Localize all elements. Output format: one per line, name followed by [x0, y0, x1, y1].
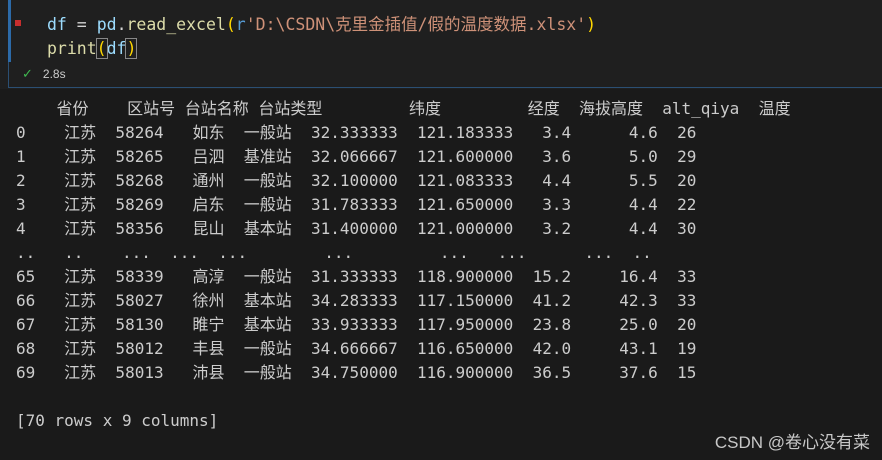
table-row: 2 江苏 58268 通州 一般站 32.100000 121.083333 4…	[16, 171, 697, 190]
code-token-raw-prefix: r	[235, 15, 246, 34]
code-token-op: =	[66, 15, 97, 34]
table-row: 69 江苏 58013 沛县 一般站 34.750000 116.900000 …	[16, 363, 697, 382]
execution-duration: 2.8s	[42, 67, 66, 81]
table-row: 1 江苏 58265 吕泗 基准站 32.066667 121.600000 3…	[16, 147, 697, 166]
code-token-module: pd	[96, 15, 117, 34]
code-token-var: df	[47, 15, 67, 34]
code-line-2[interactable]: print(df)	[47, 37, 138, 61]
code-token-function: read_excel	[126, 15, 226, 34]
code-token-arg: df	[106, 39, 127, 58]
code-token-function: print	[47, 39, 97, 58]
table-row: 0 江苏 58264 如东 一般站 32.333333 121.183333 3…	[16, 123, 697, 142]
code-line-1[interactable]: df = pd.read_excel(r'D:\CSDN\克里金插值/假的温度数…	[47, 13, 596, 37]
cell-output: 省份 区站号 台站名称 台站类型 纬度 经度 海拔高度 alt_qiya 温度 …	[0, 89, 882, 460]
code-token-string: 'D:\CSDN\克里金插值/假的温度数据.xlsx'	[245, 15, 587, 34]
table-row-ellipsis: .. .. ... ... ... ... ... ... ... ..	[16, 243, 652, 262]
dataframe-summary: [70 rows x 9 columns]	[16, 411, 219, 430]
check-icon: ✓	[22, 66, 33, 81]
code-token-close-paren: )	[586, 15, 597, 34]
table-row: 3 江苏 58269 启东 一般站 31.783333 121.650000 3…	[16, 195, 697, 214]
table-row: 4 江苏 58356 昆山 基本站 31.400000 121.000000 3…	[16, 219, 697, 238]
watermark: CSDN @卷心没有菜	[714, 433, 870, 452]
code-token-open-paren: (	[225, 15, 236, 34]
table-row: 67 江苏 58130 睢宁 基本站 33.933333 117.950000 …	[16, 315, 697, 334]
table-row: 68 江苏 58012 丰县 一般站 34.666667 116.650000 …	[16, 339, 697, 358]
cell-dirty-indicator-icon	[15, 20, 21, 26]
code-token-dot: .	[116, 15, 127, 34]
table-row: 66 江苏 58027 徐州 基本站 34.283333 117.150000 …	[16, 291, 697, 310]
cell-execution-status: ✓ 2.8s	[22, 66, 66, 82]
dataframe-header: 省份 区站号 台站名称 台站类型 纬度 经度 海拔高度 alt_qiya 温度	[18, 99, 791, 118]
code-token-open-paren: (	[95, 38, 108, 59]
table-row: 65 江苏 58339 高淳 一般站 31.333333 118.900000 …	[16, 267, 697, 286]
code-cell[interactable]: df = pd.read_excel(r'D:\CSDN\克里金插值/假的温度数…	[0, 0, 882, 89]
code-token-close-paren: )	[125, 38, 138, 59]
cell-focus-indicator	[8, 0, 11, 62]
